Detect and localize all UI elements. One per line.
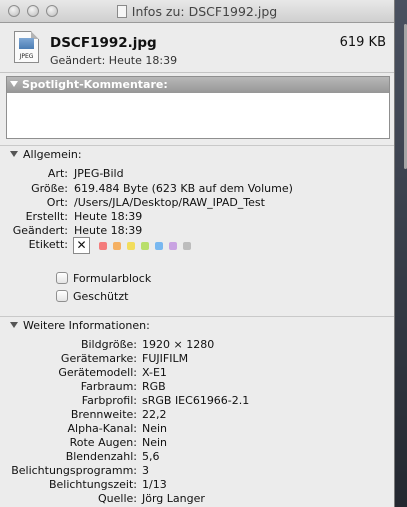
info-row-model: Gerätemodell: X-E1 [0,366,394,380]
section-general-label: Allgemein: [23,148,82,161]
info-row-make: Gerätemarke: FUJIFILM [0,352,394,366]
stationery-pad-label[interactable]: Formularblock [73,272,151,285]
spotlight-comments-header[interactable]: Spotlight-Kommentare: [7,77,389,93]
section-more-info-header[interactable]: Weitere Informationen: [0,316,394,333]
row-label: Etikett: [28,238,68,251]
row-value: RGB [142,380,166,393]
row-label: Gerätemodell: [58,366,137,379]
row-label: Belichtungszeit: [48,478,137,491]
row-label: Ort: [46,196,68,209]
row-value: Nein [142,422,168,435]
locked-label[interactable]: Geschützt [73,290,128,303]
file-header: JPEG DSCF1992.jpg 619 KB Geändert: Heute… [0,23,394,73]
disclosure-triangle-icon[interactable] [10,322,18,328]
row-value: 22,2 [142,408,167,421]
info-row-exposure-program: Belichtungsprogramm: 3 [0,464,394,478]
window-title-container: Infos zu: DSCF1992.jpg [0,4,394,19]
row-label: Gerätemarke: [60,352,137,365]
info-row-color-profile: Farbprofil: sRGB IEC61966-2.1 [0,394,394,408]
info-row-created: Erstellt: Heute 18:39 [0,210,394,224]
row-value: 619.484 Byte (623 KB auf dem Volume) [74,182,293,195]
file-icon-label: JPEG [19,53,34,60]
file-modified: Geändert: Heute 18:39 [50,54,178,67]
row-value[interactable]: /Users/JLA/Desktop/RAW_IPAD_Test [74,196,265,209]
stationery-pad-checkbox[interactable] [56,272,68,284]
row-value: 1/13 [142,478,167,491]
row-value: JPEG-Bild [74,167,124,180]
color-label-picker: ✕ [73,237,197,254]
spotlight-comments-field[interactable] [7,93,389,139]
info-window: Infos zu: DSCF1992.jpg JPEG DSCF1992.jpg… [0,0,395,507]
row-label: Größe: [31,182,68,195]
label-orange-button[interactable] [113,241,121,250]
section-more-info-label: Weitere Informationen: [23,319,150,332]
jpeg-file-icon: JPEG [14,31,39,63]
row-label: Belichtungsprogramm: [11,464,137,477]
label-red-button[interactable] [99,241,107,250]
info-row-size: Größe: 619.484 Byte (623 KB auf dem Volu… [0,182,394,196]
row-label: Erstellt: [25,210,68,223]
window-title: Infos zu: DSCF1992.jpg [131,4,278,19]
info-row-source: Quelle: Jörg Langer [0,492,394,506]
info-row-color-space: Farbraum: RGB [0,380,394,394]
info-row-kind: Art: JPEG-Bild [0,167,394,181]
file-size: 619 KB [339,35,386,50]
label-gray-button[interactable] [183,241,191,250]
row-value: X-E1 [142,366,167,379]
row-label: Quelle: [98,492,137,505]
row-label: Alpha-Kanal: [67,422,137,435]
info-row-location: Ort: /Users/JLA/Desktop/RAW_IPAD_Test [0,196,394,210]
row-value: Heute 18:39 [74,210,143,223]
info-row-dimensions: Bildgröße: 1920 × 1280 [0,338,394,352]
no-label-button[interactable]: ✕ [73,237,90,254]
row-value: Heute 18:39 [74,224,143,237]
row-label: Geändert: [12,224,68,237]
file-name: DSCF1992.jpg [50,35,157,51]
info-row-exposure-time: Belichtungszeit: 1/13 [0,478,394,492]
image-thumbnail [19,38,34,49]
row-value: Jörg Langer [142,492,205,505]
row-value: 1920 × 1280 [142,338,215,351]
locked-checkbox[interactable] [56,290,68,302]
row-value: Nein [142,436,168,449]
section-general-header[interactable]: Allgemein: [0,145,394,162]
row-label: Rote Augen: [69,436,137,449]
row-label: Farbraum: [80,380,137,393]
title-bar[interactable]: Infos zu: DSCF1992.jpg [0,0,394,23]
document-icon [116,5,127,18]
info-row-red-eye: Rote Augen: Nein [0,436,394,450]
info-row-label: Etikett: [0,238,394,252]
row-value: sRGB IEC61966-2.1 [142,394,250,407]
row-label: Farbprofil: [81,394,137,407]
label-yellow-button[interactable] [127,241,135,250]
info-row-modified: Geändert: Heute 18:39 [0,224,394,238]
info-row-alpha-channel: Alpha-Kanal: Nein [0,422,394,436]
row-label: Brennweite: [70,408,137,421]
label-purple-button[interactable] [169,241,177,250]
row-label: Blendenzahl: [65,450,137,463]
info-row-focal-length: Brennweite: 22,2 [0,408,394,422]
row-value: 5,6 [142,450,160,463]
spotlight-comments-panel: Spotlight-Kommentare: [6,76,390,139]
row-value: 3 [142,464,149,477]
disclosure-triangle-icon[interactable] [10,151,18,157]
label-green-button[interactable] [141,241,149,250]
row-value: FUJIFILM [142,352,189,365]
disclosure-triangle-icon[interactable] [10,81,18,87]
info-row-f-number: Blendenzahl: 5,6 [0,450,394,464]
row-label: Bildgröße: [80,338,137,351]
row-label: Art: [47,167,68,180]
label-blue-button[interactable] [155,241,163,250]
spotlight-comments-label: Spotlight-Kommentare: [22,78,168,91]
